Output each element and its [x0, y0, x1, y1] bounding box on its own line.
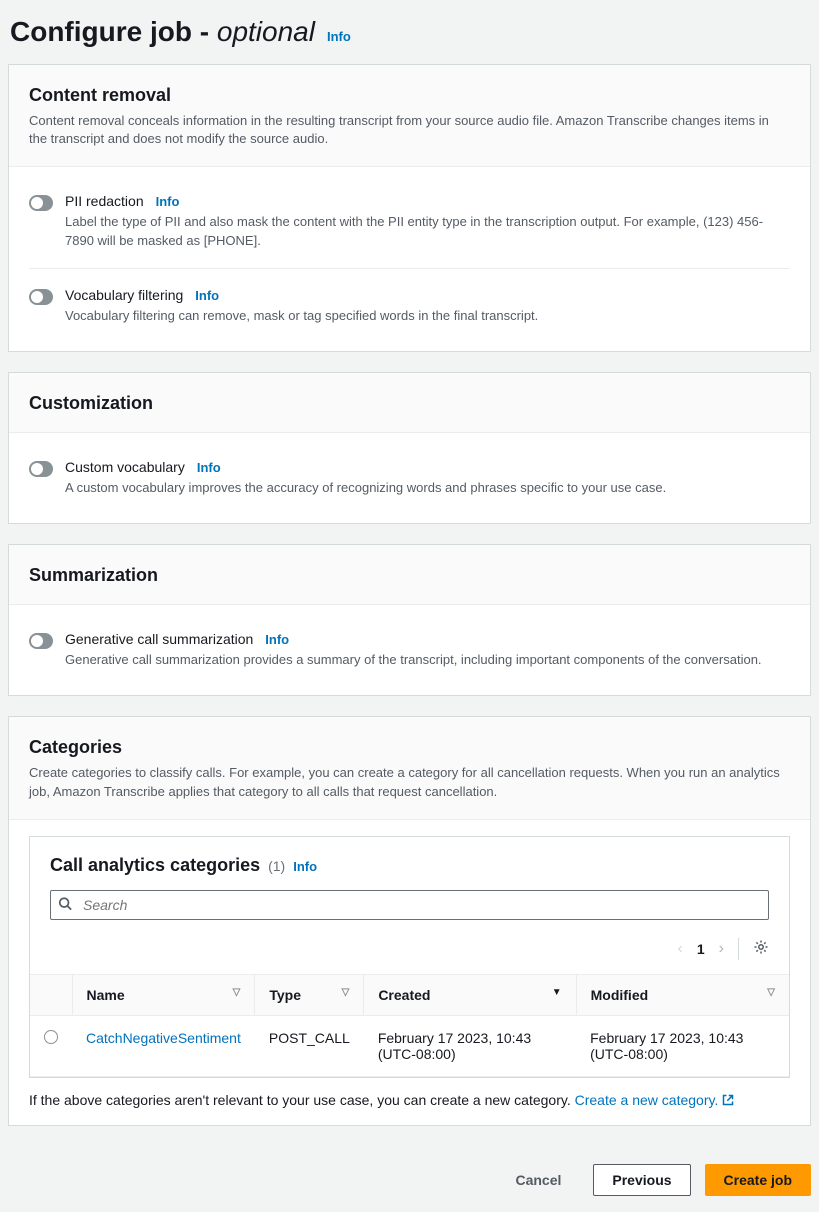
page-info-link[interactable]: Info — [327, 29, 351, 44]
vocab-filter-info-link[interactable]: Info — [195, 288, 219, 303]
col-created[interactable]: Created ▼ — [364, 974, 576, 1015]
custom-vocab-content: Custom vocabulary Info A custom vocabula… — [65, 459, 790, 497]
vocab-filter-toggle[interactable] — [29, 289, 53, 305]
gen-sum-info-link[interactable]: Info — [265, 632, 289, 647]
gen-sum-row: Generative call summarization Info Gener… — [29, 621, 790, 679]
search-icon — [58, 896, 72, 913]
category-name-link[interactable]: CatchNegativeSentiment — [86, 1030, 241, 1046]
pii-redaction-toggle[interactable] — [29, 195, 53, 211]
search-input[interactable] — [50, 890, 769, 920]
pager-prev-icon[interactable]: ‹ — [678, 940, 683, 958]
categories-below-text: If the above categories aren't relevant … — [29, 1078, 790, 1109]
pii-redaction-info-link[interactable]: Info — [156, 194, 180, 209]
col-modified[interactable]: Modified ▽ — [576, 974, 789, 1015]
vocab-filter-row: Vocabulary filtering Info Vocabulary fil… — [29, 268, 790, 335]
table-row: CatchNegativeSentiment POST_CALL Februar… — [30, 1015, 789, 1076]
summarization-body: Generative call summarization Info Gener… — [9, 605, 810, 695]
gen-sum-toggle[interactable] — [29, 633, 53, 649]
categories-desc: Create categories to classify calls. For… — [29, 764, 790, 800]
custom-vocab-toggle[interactable] — [29, 461, 53, 477]
customization-body: Custom vocabulary Info A custom vocabula… — [9, 433, 810, 523]
vocab-filter-content: Vocabulary filtering Info Vocabulary fil… — [65, 287, 790, 325]
row-radio[interactable] — [44, 1030, 58, 1044]
call-analytics-info-link[interactable]: Info — [293, 859, 317, 874]
categories-header: Categories Create categories to classify… — [9, 717, 810, 819]
col-name[interactable]: Name ▽ — [72, 974, 255, 1015]
page-header: Configure job - optional Info — [8, 8, 811, 64]
row-select-cell — [30, 1015, 72, 1076]
cancel-button[interactable]: Cancel — [497, 1165, 579, 1195]
sort-icon-active: ▼ — [552, 987, 562, 998]
title-optional: optional — [217, 16, 315, 47]
pii-redaction-label-row: PII redaction Info — [65, 193, 790, 209]
col-select — [30, 974, 72, 1015]
pager-next-icon[interactable]: › — [719, 940, 724, 958]
create-category-link[interactable]: Create a new category. — [575, 1092, 735, 1108]
sort-icon: ▽ — [233, 987, 241, 998]
pii-redaction-label: PII redaction — [65, 193, 144, 209]
col-type-label: Type — [269, 987, 301, 1003]
settings-gear-icon[interactable] — [753, 939, 769, 958]
footer-actions: Cancel Previous Create job — [8, 1146, 811, 1204]
content-removal-body: PII redaction Info Label the type of PII… — [9, 167, 810, 351]
col-modified-label: Modified — [591, 987, 649, 1003]
gen-sum-desc: Generative call summarization provides a… — [65, 651, 790, 669]
customization-header: Customization — [9, 373, 810, 433]
pii-redaction-row: PII redaction Info Label the type of PII… — [29, 183, 790, 259]
table-header-row: Name ▽ Type ▽ Created ▼ Modified ▽ — [30, 974, 789, 1015]
gen-sum-label-row: Generative call summarization Info — [65, 631, 790, 647]
vocab-filter-label: Vocabulary filtering — [65, 287, 183, 303]
sort-icon: ▽ — [767, 987, 775, 998]
pager-divider — [738, 938, 739, 960]
row-created-cell: February 17 2023, 10:43 (UTC-08:00) — [364, 1015, 576, 1076]
summarization-panel: Summarization Generative call summarizat… — [8, 544, 811, 696]
pii-redaction-desc: Label the type of PII and also mask the … — [65, 213, 790, 249]
call-analytics-header: Call analytics categories (1) Info — [30, 837, 789, 890]
create-job-button[interactable]: Create job — [705, 1164, 811, 1196]
customization-title: Customization — [29, 393, 790, 414]
gen-sum-label: Generative call summarization — [65, 631, 253, 647]
external-link-icon — [722, 1093, 734, 1109]
categories-body: Call analytics categories (1) Info ‹ 1 › — [9, 820, 810, 1125]
below-text-static: If the above categories aren't relevant … — [29, 1092, 575, 1108]
search-box — [50, 890, 769, 920]
create-category-link-text: Create a new category. — [575, 1092, 719, 1108]
customization-panel: Customization Custom vocabulary Info A c… — [8, 372, 811, 524]
summarization-title: Summarization — [29, 565, 790, 586]
custom-vocab-label-row: Custom vocabulary Info — [65, 459, 790, 475]
previous-button[interactable]: Previous — [593, 1164, 690, 1196]
col-name-label: Name — [87, 987, 125, 1003]
gen-sum-content: Generative call summarization Info Gener… — [65, 631, 790, 669]
content-removal-panel: Content removal Content removal conceals… — [8, 64, 811, 352]
sort-icon: ▽ — [342, 987, 350, 998]
summarization-header: Summarization — [9, 545, 810, 605]
custom-vocab-label: Custom vocabulary — [65, 459, 185, 475]
custom-vocab-row: Custom vocabulary Info A custom vocabula… — [29, 449, 790, 507]
custom-vocab-desc: A custom vocabulary improves the accurac… — [65, 479, 790, 497]
vocab-filter-desc: Vocabulary filtering can remove, mask or… — [65, 307, 790, 325]
content-removal-desc: Content removal conceals information in … — [29, 112, 790, 148]
pager-page-number: 1 — [697, 941, 705, 957]
col-type[interactable]: Type ▽ — [255, 974, 364, 1015]
row-modified-cell: February 17 2023, 10:43 (UTC-08:00) — [576, 1015, 789, 1076]
title-sep: - — [192, 16, 217, 47]
pii-redaction-content: PII redaction Info Label the type of PII… — [65, 193, 790, 249]
page-title: Configure job - optional — [10, 16, 315, 48]
categories-table: Name ▽ Type ▽ Created ▼ Modified ▽ CatchNega… — [30, 974, 789, 1077]
content-removal-header: Content removal Content removal conceals… — [9, 65, 810, 167]
categories-title: Categories — [29, 737, 790, 758]
custom-vocab-info-link[interactable]: Info — [197, 460, 221, 475]
call-analytics-count: (1) — [268, 858, 285, 874]
search-wrap — [30, 890, 789, 930]
content-removal-title: Content removal — [29, 85, 790, 106]
col-created-label: Created — [378, 987, 430, 1003]
vocab-filter-label-row: Vocabulary filtering Info — [65, 287, 790, 303]
call-analytics-title: Call analytics categories — [50, 855, 260, 876]
row-name-cell: CatchNegativeSentiment — [72, 1015, 255, 1076]
row-type-cell: POST_CALL — [255, 1015, 364, 1076]
pager: ‹ 1 › — [30, 930, 789, 974]
categories-panel: Categories Create categories to classify… — [8, 716, 811, 1126]
title-main: Configure job — [10, 16, 192, 47]
call-analytics-container: Call analytics categories (1) Info ‹ 1 › — [29, 836, 790, 1078]
